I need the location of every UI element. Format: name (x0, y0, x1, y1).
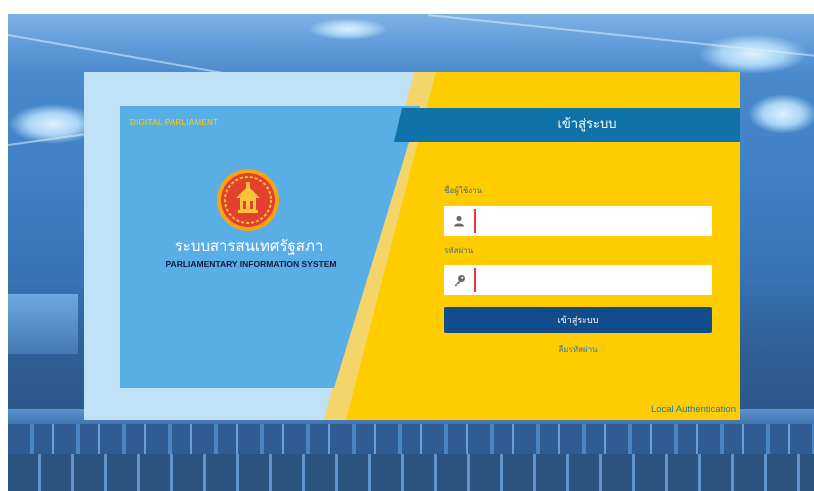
login-header-title: เข้าสู่ระบบ (557, 117, 617, 132)
background-ceiling (8, 14, 814, 74)
background-ceiling-light (308, 18, 388, 40)
background-seats (8, 454, 814, 491)
user-icon (444, 206, 474, 236)
password-field-divider (474, 268, 476, 292)
username-label: ชื่อผู้ใช้งาน (444, 186, 483, 195)
username-field (444, 206, 712, 236)
password-label: รหัสผ่าน (444, 246, 474, 255)
login-button[interactable]: เข้าสู่ระบบ (444, 307, 712, 333)
username-field-divider (474, 209, 476, 233)
parliament-emblem-icon (217, 169, 279, 231)
password-field (444, 265, 712, 295)
username-input[interactable] (478, 206, 708, 236)
system-title-thai: ระบบสารสนเทศรัฐสภา (174, 237, 324, 255)
system-title-english: PARLIAMENTARY INFORMATION SYSTEM (165, 259, 337, 269)
forgot-password-link[interactable]: ลืมรหัสผ่าน (444, 343, 712, 356)
background-ceiling-light (748, 94, 814, 134)
background-screen (8, 294, 78, 354)
login-card: DIGITAL PARLIAMENT ระบบสารสนเทศรัฐสภา PA… (84, 72, 740, 420)
local-authentication-link[interactable]: Local Authentication (651, 404, 736, 415)
key-icon (444, 265, 474, 295)
password-input[interactable] (478, 265, 708, 295)
brand-tagline: DIGITAL PARLIAMENT (130, 118, 219, 127)
